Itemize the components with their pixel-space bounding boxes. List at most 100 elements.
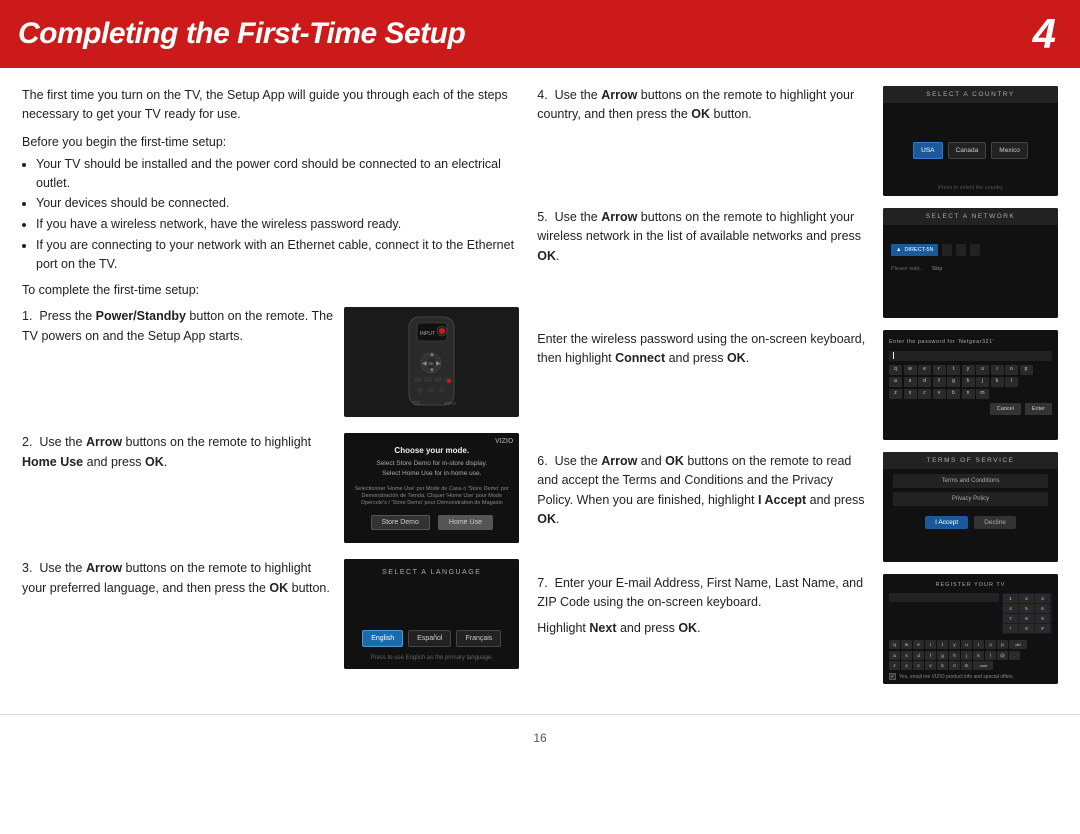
step-5-text: 5. Use the Arrow buttons on the remote t… — [537, 208, 871, 266]
svg-text:◀: ◀ — [422, 361, 427, 367]
step-4-text: 4. Use the Arrow buttons on the remote t… — [537, 86, 871, 125]
country-canada: Canada — [948, 142, 987, 159]
list-item: If you have a wireless network, have the… — [36, 215, 519, 234]
password-image: Enter the password for 'Netgear321' qwer… — [883, 330, 1058, 440]
step-5-image: SELECT A NETWORK ▲ DIRECT-5N Please wait… — [883, 208, 1058, 318]
step-2: 2. Use the Arrow buttons on the remote t… — [22, 433, 519, 543]
network-wait: Please wait... — [891, 266, 924, 272]
prerequisites-list: Your TV should be installed and the powe… — [36, 155, 519, 274]
page-num: 16 — [533, 731, 546, 745]
kb-cancel: Cancel — [990, 403, 1021, 416]
step-6-text: 6. Use the Arrow and OK buttons on the r… — [537, 452, 871, 530]
step-2-text: 2. Use the Arrow buttons on the remote t… — [22, 433, 334, 472]
step-3-image: SELECT A LANGUAGE English Español França… — [344, 559, 519, 669]
network-item-4 — [970, 244, 980, 256]
country-buttons: USA Canada Mexico — [913, 142, 1028, 159]
lang-english: English — [362, 630, 403, 647]
reg-email-input — [889, 593, 999, 602]
network-item-2 — [942, 244, 952, 256]
list-item: Your devices should be connected. — [36, 194, 519, 213]
reg-checkbox-row: ✓ Yes, email me VIZIO product info and s… — [889, 673, 1052, 680]
language-screen: SELECT A LANGUAGE English Español França… — [344, 559, 519, 669]
reg-checkbox-label: Yes, email me VIZIO product info and spe… — [899, 674, 1052, 680]
reg-checkbox: ✓ — [889, 673, 896, 680]
main-content: The first time you turn on the TV, the S… — [0, 68, 1080, 706]
step-2-content: 2. Use the Arrow buttons on the remote t… — [22, 433, 519, 543]
step-6: 6. Use the Arrow and OK buttons on the r… — [537, 452, 1058, 562]
mode-title: Choose your mode. — [394, 446, 469, 455]
svg-text:INFO: INFO — [445, 401, 456, 406]
step-3: 3. Use the Arrow buttons on the remote t… — [22, 559, 519, 669]
before-label: Before you begin the first-time setup: — [22, 135, 519, 149]
kb-enter: Enter — [1025, 403, 1052, 416]
home-use-btn: Home Use — [438, 515, 493, 530]
country-header: SELECT A COUNTRY — [883, 86, 1058, 103]
reg-input-row: 1 2 3 4 5 6 7 8 — [889, 593, 1052, 634]
step-5: 5. Use the Arrow buttons on the remote t… — [537, 208, 1058, 318]
reg-header: REGISTER YOUR TV — [889, 582, 1052, 588]
page-footer: 16 — [0, 723, 1080, 759]
reg-kb-row-1: qwertyuiopdel — [889, 640, 1052, 649]
mode-buttons: Store Demo Home Use — [371, 515, 493, 530]
register-screen: REGISTER YOUR TV 1 2 3 4 5 — [883, 574, 1058, 684]
network-skip: Skip — [932, 266, 943, 272]
svg-text:▶: ▶ — [436, 361, 441, 367]
kb-header: Enter the password for 'Netgear321' — [889, 338, 1052, 347]
step-4-image: SELECT A COUNTRY USA Canada Mexico Press… — [883, 86, 1058, 196]
svg-text:▲: ▲ — [429, 352, 435, 358]
step-7-text: 7. Enter your E-mail Address, First Name… — [537, 574, 871, 638]
kb-row-2: asdfghjkl — [889, 377, 1052, 387]
network-footer: Please wait... Skip — [891, 266, 942, 272]
keyboard-screen: Enter the password for 'Netgear321' qwer… — [883, 330, 1058, 440]
network-header: SELECT A NETWORK — [883, 208, 1058, 225]
wifi-icon: ▲ — [896, 247, 901, 253]
kb-rows: qwertyuiop asdfghjkl zxcvbnm — [889, 365, 1052, 399]
store-demo-btn: Store Demo — [371, 515, 430, 530]
lang-espanol: Español — [408, 630, 451, 647]
terms-decline-btn: Decline — [974, 516, 1016, 529]
reg-kb-row-3: zxcvbnm.com — [889, 661, 1052, 670]
lang-francais: Français — [456, 630, 501, 647]
mode-screen: VIZIO Choose your mode. Select Store Dem… — [344, 433, 519, 543]
country-usa: USA — [913, 142, 942, 159]
list-item: If you are connecting to your network wi… — [36, 236, 519, 274]
mode-sub1: Select Store Demo for in-store display. … — [376, 459, 487, 477]
terms-privacy: Privacy Policy — [893, 492, 1048, 506]
step-1-bold: Power/Standby — [96, 309, 186, 323]
country-screen: SELECT A COUNTRY USA Canada Mexico Press… — [883, 86, 1058, 196]
kb-row-3: zxcvbnm — [889, 389, 1052, 399]
right-column: 4. Use the Arrow buttons on the remote t… — [537, 86, 1058, 696]
reg-keyboard: qwertyuiopdel asdfghjkl@. zxcvbnm.com — [889, 640, 1052, 670]
step-1-num: 1. Press the — [22, 309, 96, 323]
complete-label: To complete the first-time setup: — [22, 283, 519, 297]
password-text: Enter the wireless password using the on… — [537, 330, 871, 440]
terms-header: TERMS OF SERVICE — [883, 452, 1058, 469]
step-1: 1. Press the Power/Standby button on the… — [22, 307, 519, 417]
reg-numpad: 1 2 3 4 5 6 7 8 — [1002, 593, 1052, 634]
remote-svg: INPUT ▲ ▼ ◀ ▶ OK — [399, 315, 464, 410]
step-1-image: INPUT ▲ ▼ ◀ ▶ OK — [344, 307, 519, 417]
step-4: 4. Use the Arrow buttons on the remote t… — [537, 86, 1058, 196]
lang-header: SELECT A LANGUAGE — [344, 569, 519, 576]
left-column: The first time you turn on the TV, the S… — [22, 86, 519, 696]
password-step: Enter the wireless password using the on… — [537, 330, 1058, 440]
footer-divider — [0, 714, 1080, 715]
lang-buttons: English Español Français — [362, 630, 501, 647]
svg-text:INPUT: INPUT — [420, 331, 435, 337]
step-1-content: 1. Press the Power/Standby button on the… — [22, 307, 519, 417]
intro-paragraph: The first time you turn on the TV, the S… — [22, 86, 519, 125]
step-3-content: 3. Use the Arrow buttons on the remote t… — [22, 559, 519, 669]
network-item-3 — [956, 244, 966, 256]
reg-kb-row-2: asdfghjkl@. — [889, 651, 1052, 660]
svg-text:▼: ▼ — [429, 368, 435, 374]
kb-actions: Cancel Enter — [889, 403, 1052, 416]
kb-input-field — [889, 351, 1052, 361]
step-2-image: VIZIO Choose your mode. Select Store Dem… — [344, 433, 519, 543]
lang-footer: Press to use English as the primary lang… — [371, 655, 493, 661]
step-7: 7. Enter your E-mail Address, First Name… — [537, 574, 1058, 684]
step-6-image: TERMS OF SERVICE Terms and Conditions Pr… — [883, 452, 1058, 562]
vizio-logo: VIZIO — [495, 438, 513, 445]
terms-conditions: Terms and Conditions — [893, 474, 1048, 488]
page-number: 4 — [1033, 10, 1056, 58]
svg-text:CC: CC — [413, 401, 421, 407]
